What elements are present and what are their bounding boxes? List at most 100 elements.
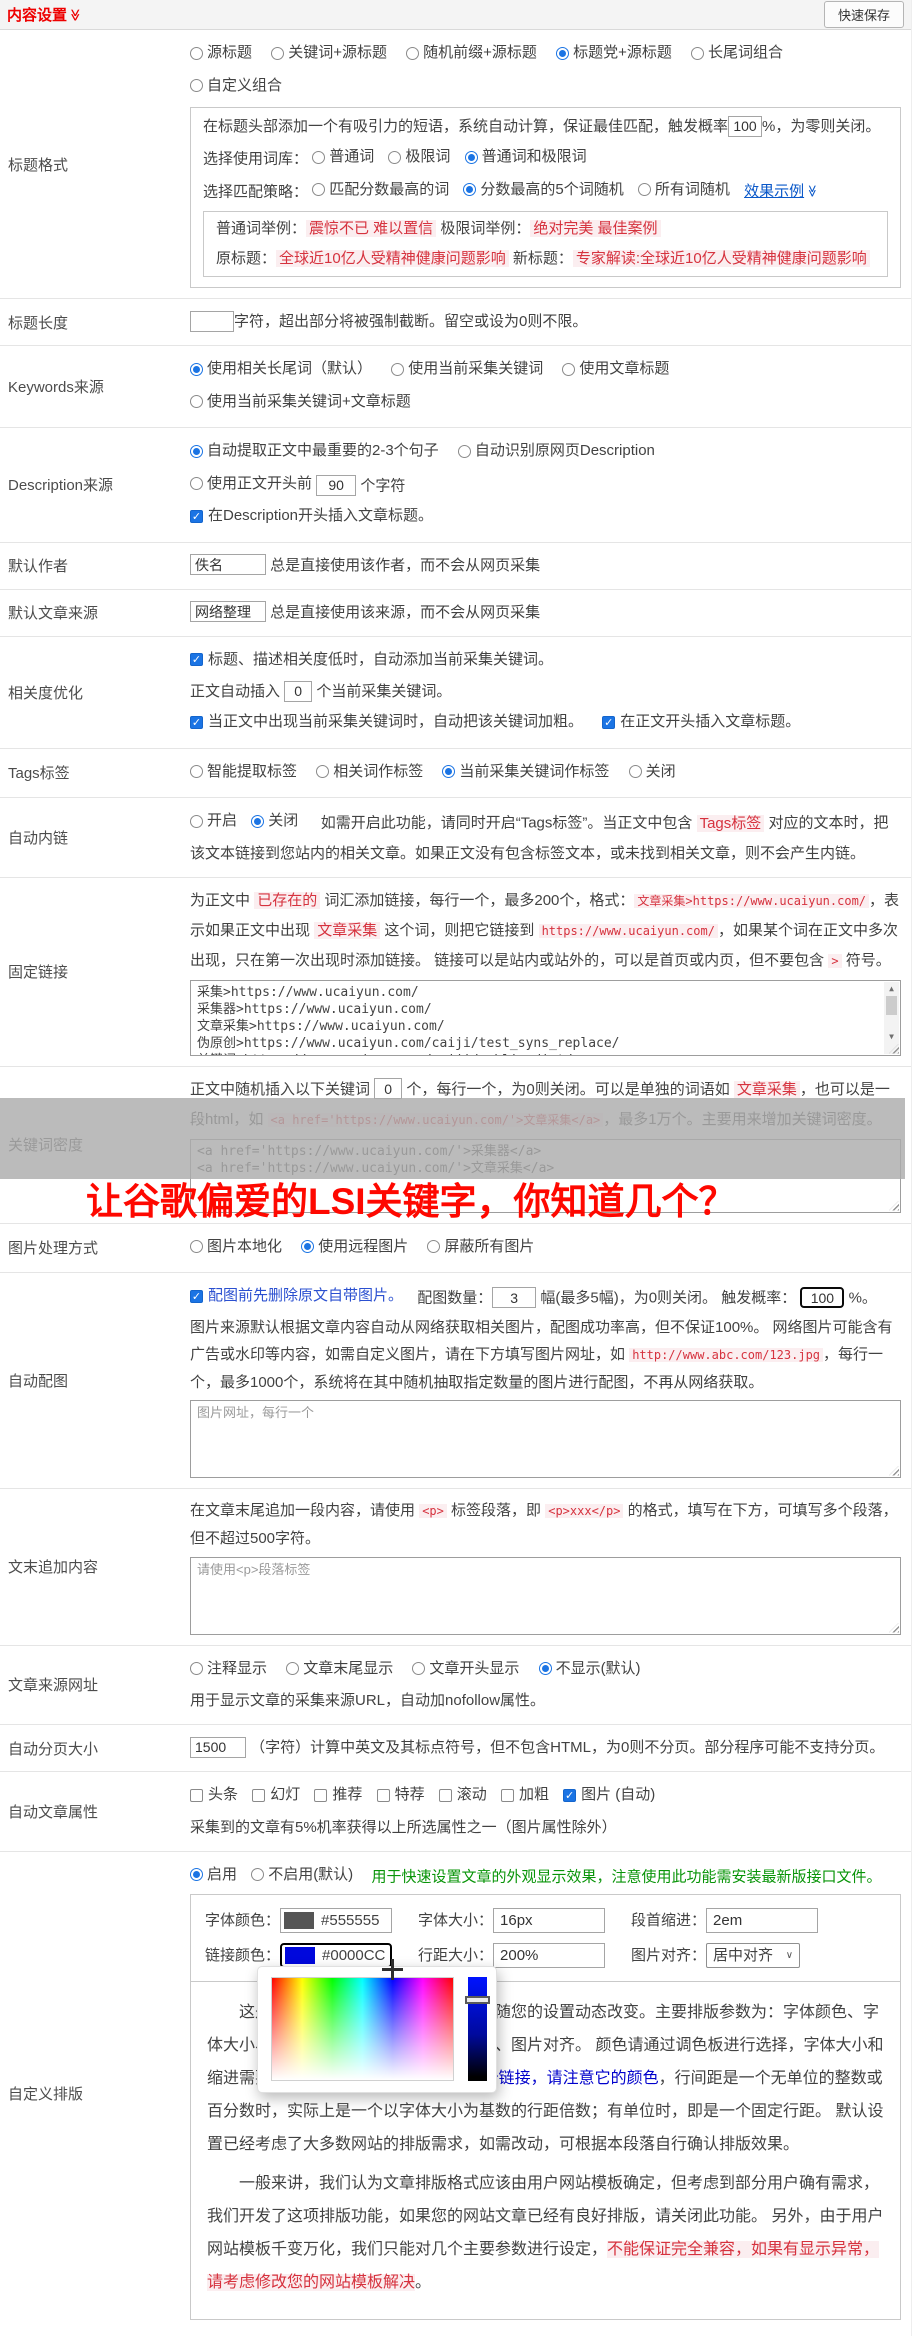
keyword-density-count-input[interactable]: [374, 1078, 402, 1099]
row-label: 固定链接: [0, 961, 190, 982]
row-label: 默认文章来源: [0, 602, 190, 623]
image-trigger-probability-input[interactable]: [800, 1287, 844, 1308]
checkbox-attr-slide[interactable]: 幻灯: [252, 1780, 300, 1810]
radio-clickbait-source-title[interactable]: 标题党+源标题: [556, 38, 672, 68]
default-source-input[interactable]: [190, 601, 266, 622]
checkbox-desc-insert-title[interactable]: 在Description开头插入文章标题。: [190, 501, 433, 531]
radio-icon-selected: [465, 151, 478, 164]
scroll-down-icon[interactable]: ▼: [884, 1030, 899, 1043]
text-fragment: %。: [849, 1290, 877, 1307]
default-author-input[interactable]: [190, 554, 266, 575]
radio-layout-enable[interactable]: 启用: [190, 1860, 237, 1890]
radio-innerlink-on[interactable]: 开启: [190, 806, 237, 836]
image-url-textarea[interactable]: 图片网址，每行一个: [190, 1400, 901, 1478]
radio-tags-off[interactable]: 关闭: [629, 757, 676, 787]
radio-label: 文章开头显示: [429, 1654, 519, 1684]
resize-grip-icon[interactable]: [889, 1623, 899, 1633]
radio-tags-related[interactable]: 相关词作标签: [316, 757, 423, 787]
radio-srcurl-hide[interactable]: 不显示(默认): [539, 1654, 641, 1684]
keyword-density-textarea[interactable]: <a href='https://www.ucaiyun.com/'>采集器</…: [190, 1139, 901, 1213]
hue-slider[interactable]: [468, 1977, 487, 2081]
font-color-swatch[interactable]: [284, 1912, 314, 1929]
radio-layout-disable[interactable]: 不启用(默认): [251, 1860, 353, 1890]
radio-srcurl-start[interactable]: 文章开头显示: [412, 1654, 519, 1684]
font-color-field[interactable]: #555555: [280, 1908, 392, 1933]
radio-custom-combo[interactable]: 自定义组合: [190, 71, 282, 101]
checkbox-bold-keywords[interactable]: 当正文中出现当前采集关键词时，自动把该关键词加粗。: [190, 707, 583, 737]
title-length-input[interactable]: [190, 311, 234, 332]
checkbox-attr-headline[interactable]: 头条: [190, 1780, 238, 1810]
radio-desc-auto-extract[interactable]: 自动提取正文中最重要的2-3个句子: [190, 436, 439, 466]
radio-source-title[interactable]: 源标题: [190, 38, 252, 68]
link-color-swatch[interactable]: [285, 1947, 315, 1964]
indent-input[interactable]: [706, 1908, 818, 1933]
radio-label: 启用: [207, 1860, 237, 1890]
effect-demo-link[interactable]: 效果示例≫: [744, 183, 819, 200]
row-description-source: Description来源 自动提取正文中最重要的2-3个句子 自动识别原网页D…: [0, 427, 911, 542]
radio-longtail-combo[interactable]: 长尾词组合: [691, 38, 783, 68]
radio-img-block-all[interactable]: 屏蔽所有图片: [427, 1232, 534, 1262]
desc-char-count-input[interactable]: [316, 475, 356, 496]
checkbox-attr-scroll[interactable]: 滚动: [439, 1780, 487, 1810]
radio-icon: [286, 1662, 299, 1675]
radio-kw-longtail[interactable]: 使用相关长尾词（默认）: [190, 354, 372, 384]
radio-img-remote[interactable]: 使用远程图片: [301, 1232, 408, 1262]
image-align-select[interactable]: 居中对齐∨: [706, 1943, 800, 1968]
radio-prefix-source-title[interactable]: 随机前缀+源标题: [406, 38, 537, 68]
code-snippet: http://www.abc.com/123.jpg: [629, 1348, 823, 1362]
checkbox-add-keywords-low-relevance[interactable]: 标题、描述相关度低时，自动添加当前采集关键词。: [190, 645, 553, 675]
radio-strategy-all-random[interactable]: 所有词随机: [638, 175, 730, 205]
quick-save-button[interactable]: 快速保存: [824, 1, 904, 28]
resize-grip-icon[interactable]: [889, 1466, 899, 1476]
title-trigger-probability-input[interactable]: [728, 116, 762, 137]
checkbox-attr-recommend[interactable]: 推荐: [314, 1780, 362, 1810]
checkbox-attr-featured[interactable]: 特荐: [377, 1780, 425, 1810]
page-title[interactable]: 内容设置≫: [7, 4, 82, 25]
checkbox-attr-bold[interactable]: 加粗: [501, 1780, 549, 1810]
checkbox-insert-title-at-start[interactable]: 在正文开头插入文章标题。: [602, 707, 800, 737]
radio-lib-normal[interactable]: 普通词: [312, 142, 374, 172]
radio-srcurl-comment[interactable]: 注释显示: [190, 1654, 267, 1684]
radio-strategy-top5-random[interactable]: 分数最高的5个词随机: [463, 175, 623, 205]
code-snippet: 文章采集>https://www.ucaiyun.com/: [634, 894, 869, 908]
textarea-line: 采集>https://www.ucaiyun.com/: [197, 984, 880, 1001]
radio-tags-current-keywords[interactable]: 当前采集关键词作标签: [442, 757, 609, 787]
radio-lib-extreme[interactable]: 极限词: [388, 142, 450, 172]
row-fixed-links: 固定链接 为正文中 已存在的 词汇添加链接，每行一个，最多200个，格式：文章采…: [0, 877, 911, 1066]
append-content-textarea[interactable]: 请使用<p>段落标签: [190, 1557, 901, 1635]
fixed-links-textarea[interactable]: 采集>https://www.ucaiyun.com/ 采集器>https://…: [190, 980, 901, 1056]
picker-crosshair-icon[interactable]: [382, 1959, 403, 1980]
radio-lib-both[interactable]: 普通词和极限词: [465, 142, 587, 172]
scroll-up-icon[interactable]: ▲: [884, 982, 899, 995]
radio-tags-smart[interactable]: 智能提取标签: [190, 757, 297, 787]
line-height-input[interactable]: [493, 1943, 605, 1968]
radio-strategy-highest[interactable]: 匹配分数最高的词: [312, 175, 449, 205]
textarea-scrollbar[interactable]: ▲ ▼: [884, 982, 899, 1054]
font-size-input[interactable]: [493, 1908, 605, 1933]
resize-grip-icon[interactable]: [889, 1201, 899, 1211]
radio-img-localize[interactable]: 图片本地化: [190, 1232, 282, 1262]
radio-kw-current-plus-title[interactable]: 使用当前采集关键词+文章标题: [190, 387, 411, 417]
checkbox-attr-image-auto[interactable]: 图片 (自动): [563, 1780, 655, 1810]
insert-keyword-count-input[interactable]: [284, 681, 312, 702]
radio-keyword-source-title[interactable]: 关键词+源标题: [271, 38, 387, 68]
checkbox-icon: [439, 1789, 452, 1802]
saturation-panel[interactable]: [271, 1977, 454, 2081]
checkbox-remove-original-images[interactable]: 配图前先删除原文自带图片。: [190, 1281, 403, 1311]
text-fragment: 配图数量：: [417, 1290, 492, 1307]
row-auto-innerlink: 自动内链 开启 关闭 如需开启此功能，请同时开启“Tags标签”。当正文中包含 …: [0, 797, 911, 877]
clickbait-config-box: 在标题头部添加一个有吸引力的短语，系统自动计算，保证最佳匹配，触发概率%，为零则…: [190, 107, 901, 288]
radio-desc-original[interactable]: 自动识别原网页Description: [458, 436, 655, 466]
text-fragment: 正文中随机插入以下关键词: [190, 1081, 370, 1098]
radio-innerlink-off[interactable]: 关闭: [251, 806, 298, 836]
image-count-input[interactable]: [492, 1287, 536, 1308]
link-color-field[interactable]: #0000CC: [280, 1943, 392, 1968]
radio-srcurl-end[interactable]: 文章末尾显示: [286, 1654, 393, 1684]
radio-desc-first-chars[interactable]: 使用正文开头前 个字符: [190, 469, 901, 502]
radio-kw-current[interactable]: 使用当前采集关键词: [391, 354, 543, 384]
radio-kw-article-title[interactable]: 使用文章标题: [562, 354, 669, 384]
scrollbar-thumb[interactable]: [886, 996, 897, 1015]
keyword-highlight: 文章采集: [314, 922, 380, 939]
hue-slider-handle[interactable]: [465, 1996, 490, 2004]
paging-size-input[interactable]: [190, 1737, 246, 1758]
